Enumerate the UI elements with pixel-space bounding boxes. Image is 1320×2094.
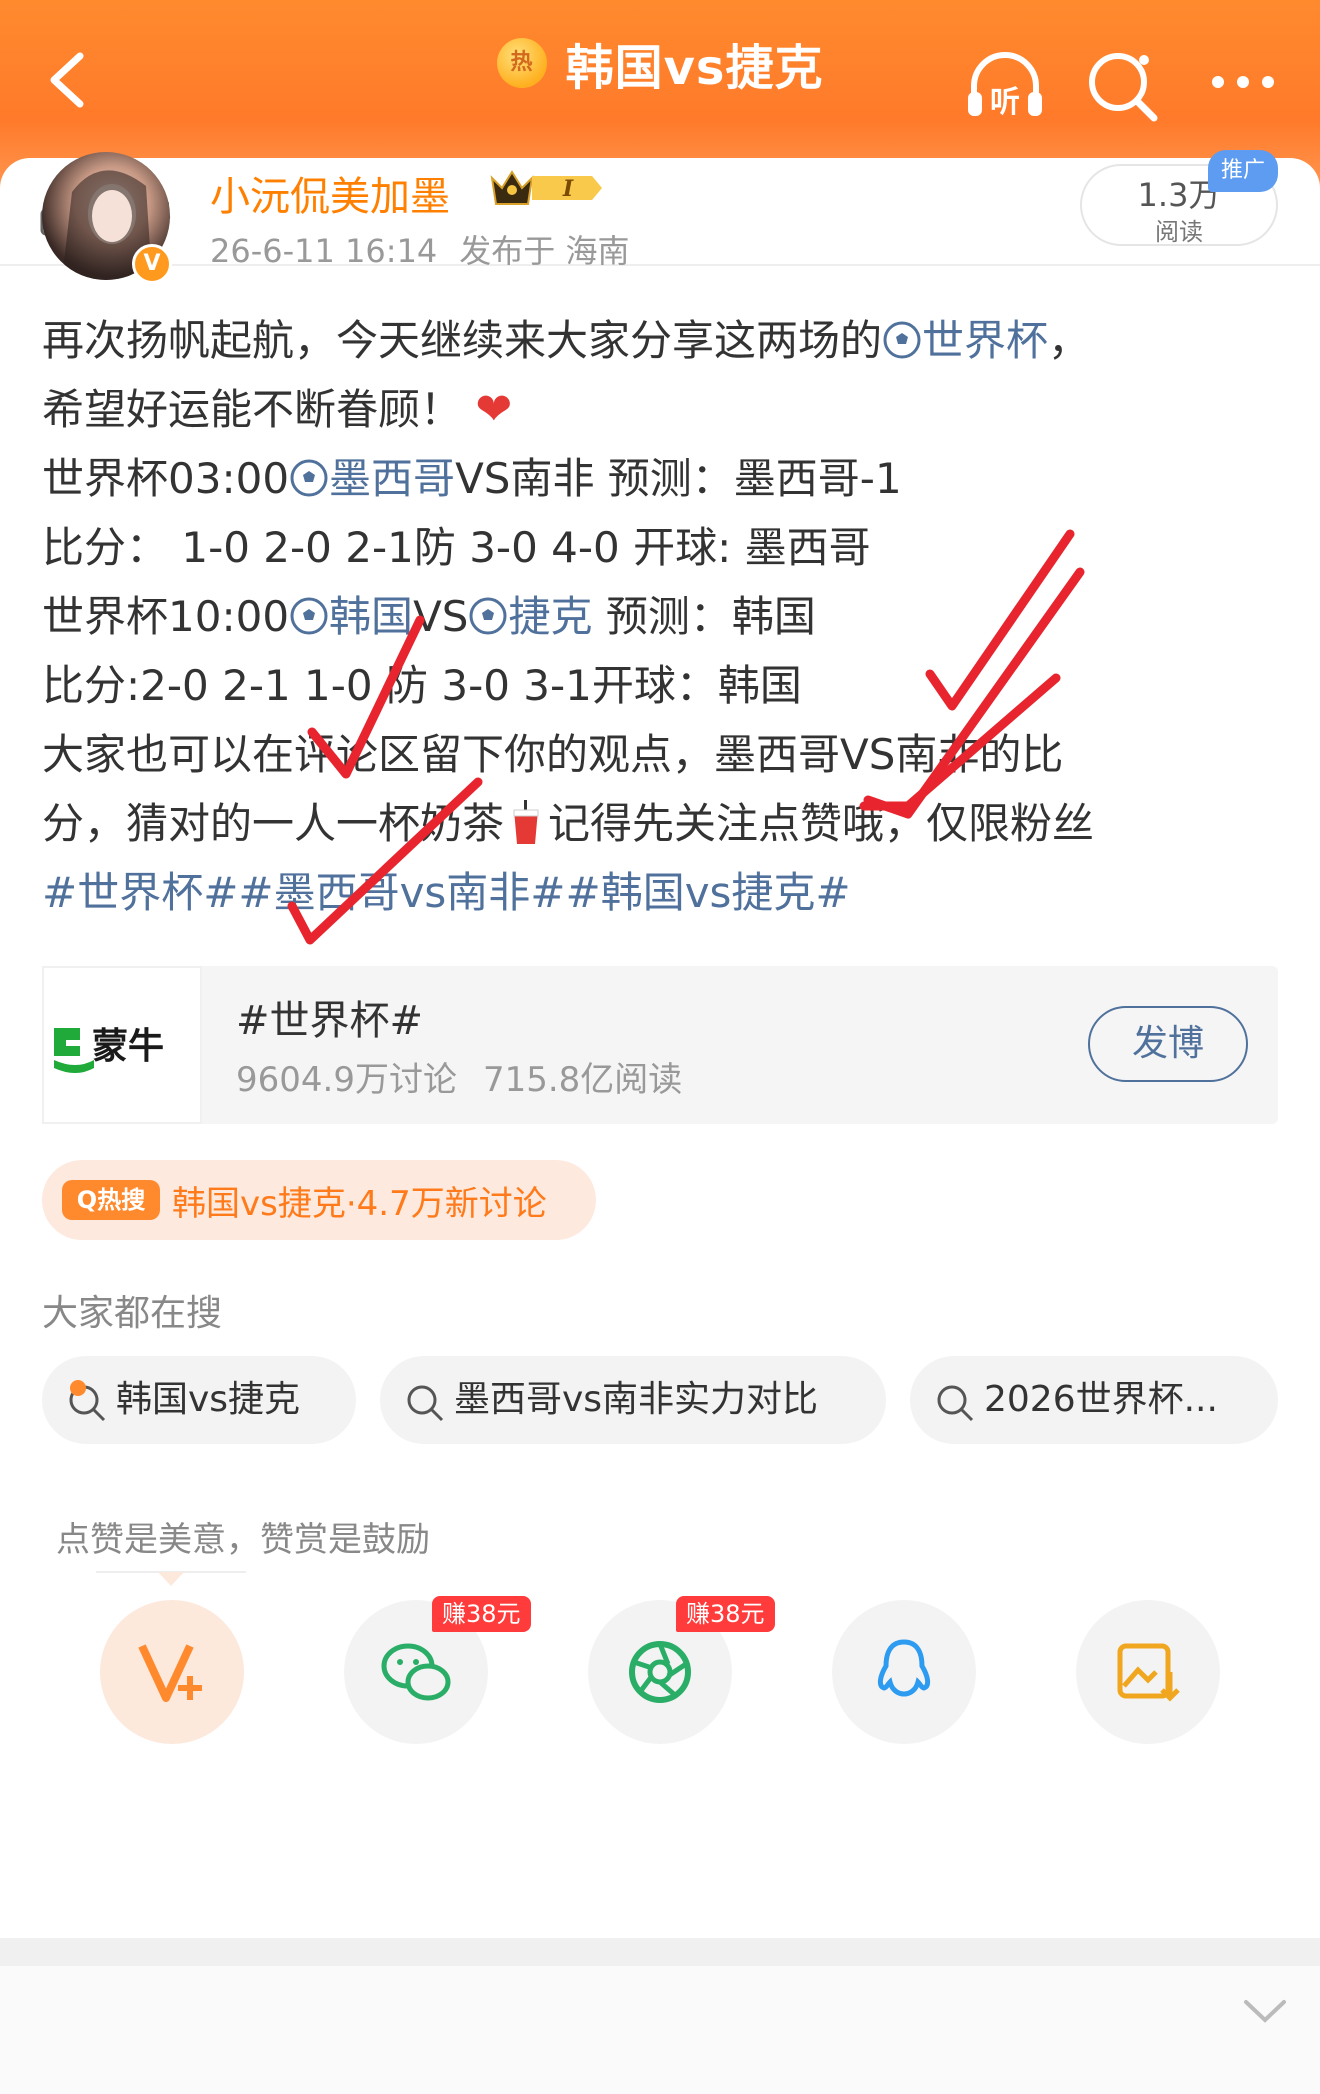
share-qq-button[interactable] [832,1600,976,1744]
vplus-icon [138,1644,202,1702]
verified-badge: V [132,244,172,284]
soccer-ball-icon [290,597,328,635]
member-crown-badge-icon[interactable]: I [488,166,606,210]
text-fragment: 记得先关注点赞哦，仅限粉丝 [548,799,1095,848]
soccer-ball-icon [883,321,921,359]
wechat-icon [381,1643,451,1701]
search-icon: Q [76,1186,98,1214]
text-line: 比分： 1-0 2-0 2-1防 3-0 4-0 开球: 墨西哥 [42,523,871,572]
search-chip[interactable]: 墨西哥vs南非实力对比 [380,1356,886,1444]
text-fragment: 世界杯10:00 [42,592,290,641]
promo-badge: 推广 [1208,150,1278,192]
read-label: 阅读 [1155,218,1203,246]
reward-vplus-button[interactable] [100,1600,244,1744]
qq-penguin-icon [877,1639,931,1697]
text-fragment: ， [1048,316,1091,365]
topic-discussions: 9604.9万讨论 [236,1060,457,1100]
brand-name: 蒙牛 [92,1026,164,1067]
hot-search-text: 韩国vs捷克·4.7万新讨论 [172,1184,547,1224]
page-title: 韩国vs捷克 [565,40,824,96]
earn-badge: 赚38元 [432,1596,531,1632]
hot-search-tag-label: 热搜 [97,1186,146,1214]
text-fragment: 分，猜对的一人一杯奶茶 [42,799,505,848]
more-icon[interactable] [1198,40,1288,130]
author-name[interactable]: 小沅侃美加墨 [210,164,450,222]
listen-label: 听 [990,85,1020,120]
text-line: 再次扬帆起航，今天继续来大家分享这两场的 [42,316,883,365]
topic-reads: 715.8亿阅读 [482,1060,683,1100]
search-icon [407,1385,444,1422]
post-text: 再次扬帆起航，今天继续来大家分享这两场的 世界杯， 希望好运能不断眷顾！ ❤ 世界… [42,306,1282,927]
hot-badge-icon: 热 [496,38,547,88]
post-button[interactable]: 发博 [1088,1006,1248,1082]
milk-tea-icon [513,800,539,844]
text-fragment: VS [413,592,469,641]
hashtag-links[interactable]: #世界杯##墨西哥vs南非##韩国vs捷克# [42,868,851,917]
chevron-down-icon[interactable] [1240,1992,1290,2032]
search-chip[interactable]: 韩国vs捷克 [42,1356,356,1444]
topic-link[interactable]: 世界杯 [922,316,1048,365]
hot-search-icon [69,1380,106,1422]
search-icon[interactable] [1078,40,1168,130]
text-fragment: 世界杯03:00 [42,454,290,503]
soccer-ball-icon [469,597,507,635]
moments-aperture-icon [629,1641,691,1703]
level-badge-text: I [562,176,574,202]
chip-label: 韩国vs捷克 [116,1379,301,1420]
search-icon [937,1385,974,1422]
bottom-area [0,1966,1320,2094]
text-line: 希望好运能不断眷顾！ [42,385,463,434]
topic-stats: 9604.9万讨论 715.8亿阅读 [236,1052,682,1101]
chip-label: 墨西哥vs南非实力对比 [454,1379,819,1420]
text-line: 大家也可以在评论区留下你的观点，墨西哥VS南非的比 [42,730,1064,779]
hint-caret-icon [96,1571,246,1586]
topic-link[interactable]: 捷克 [508,592,592,641]
post-date: 26-6-11 16:14 [210,232,438,270]
heart-icon: ❤ [475,384,513,435]
chip-label: 2026世界杯... [984,1379,1218,1420]
text-fragment: 预测：韩国 [592,592,816,641]
save-image-button[interactable] [1076,1600,1220,1744]
searching-label: 大家都在搜 [42,1293,223,1334]
section-divider [0,1938,1320,1966]
post-location: 发布于 海南 [459,232,630,270]
text-fragment: VS南非 预测：墨西哥-1 [455,454,902,503]
listen-headphone-icon[interactable]: 听 [960,40,1050,130]
hot-search-tag: Q热搜 [62,1180,160,1220]
praise-hint: 点赞是美意，赞赏是鼓励 [56,1520,430,1560]
save-image-icon [1117,1643,1180,1702]
soccer-ball-icon [290,459,328,497]
search-chip[interactable]: 2026世界杯... [910,1356,1278,1444]
topic-title: #世界杯# [236,998,424,1044]
topic-link[interactable]: 韩国 [329,592,413,641]
topic-card[interactable]: 蒙牛 #世界杯# 9604.9万讨论 715.8亿阅读 发博 [42,966,1278,1124]
post-meta: 26-6-11 16:14 发布于 海南 [210,226,629,272]
earn-badge: 赚38元 [676,1596,775,1632]
brand-logo: 蒙牛 [42,966,202,1124]
text-line: 比分:2-0 2-1 1-0 防 3-0 3-1开球：韩国 [42,661,802,710]
hot-search-pill[interactable]: Q热搜 韩国vs捷克·4.7万新讨论 [42,1160,596,1240]
topic-link[interactable]: 墨西哥 [329,454,455,503]
